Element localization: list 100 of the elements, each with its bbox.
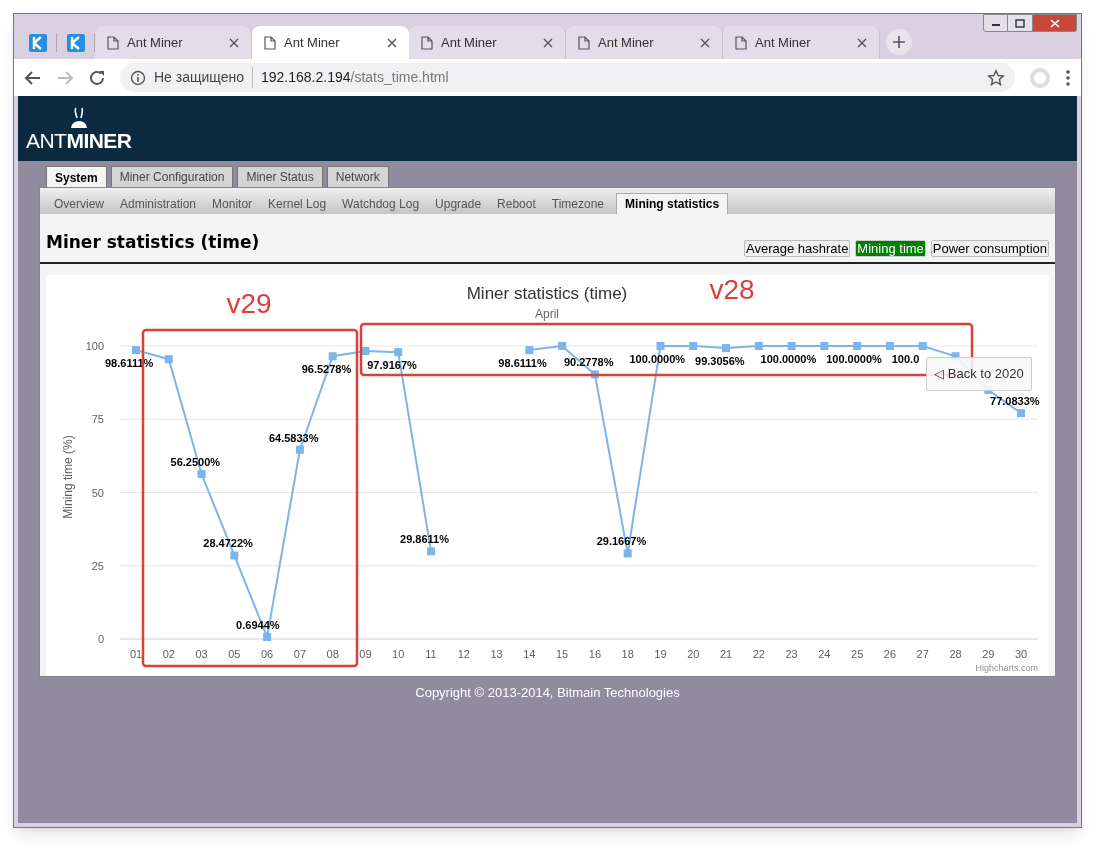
data-point bbox=[394, 347, 403, 356]
close-icon[interactable] bbox=[857, 37, 867, 48]
sub-tab[interactable]: Kernel Log bbox=[260, 193, 335, 214]
sub-tab[interactable]: Administration bbox=[112, 193, 205, 214]
x-tick-label: 30 bbox=[1014, 647, 1028, 660]
data-label: 28.4722% bbox=[203, 537, 253, 549]
view-button[interactable]: Mining time bbox=[855, 239, 926, 257]
sub-tab[interactable]: Watchdog Log bbox=[334, 193, 428, 214]
x-tick-label: 19 bbox=[654, 647, 667, 660]
x-tick-label: 10 bbox=[392, 647, 405, 660]
browser-tab[interactable]: Ant Miner bbox=[723, 26, 880, 59]
data-point bbox=[1017, 408, 1026, 417]
url-text: 192.168.2.194/stats_time.html bbox=[261, 68, 449, 87]
tab-title: Ant Miner bbox=[598, 33, 655, 52]
data-point bbox=[132, 345, 140, 354]
data-label: 90.2778% bbox=[563, 355, 614, 368]
data-label: 100.0000% bbox=[629, 352, 686, 365]
y-axis-title: Mining time (%) bbox=[61, 434, 75, 519]
data-label: 97.9167% bbox=[367, 358, 417, 371]
chart-title: Miner statistics (time) bbox=[466, 283, 628, 303]
data-point bbox=[164, 354, 173, 363]
x-tick-label: 08 bbox=[326, 647, 339, 660]
close-icon[interactable] bbox=[229, 37, 239, 48]
data-label: 96.5278% bbox=[301, 362, 352, 375]
x-tick-label: 09 bbox=[359, 647, 372, 660]
y-tick-label: 0 bbox=[97, 632, 104, 645]
data-point bbox=[590, 369, 599, 378]
data-point bbox=[918, 341, 927, 350]
data-label: 29.8611% bbox=[400, 532, 449, 545]
data-point bbox=[427, 546, 435, 555]
data-label: 99.3056% bbox=[695, 354, 745, 367]
browser-tab[interactable]: Ant Miner bbox=[95, 26, 252, 59]
sub-tab[interactable]: Upgrade bbox=[427, 193, 490, 214]
data-point bbox=[722, 343, 731, 352]
data-point bbox=[558, 341, 567, 350]
x-tick-label: 12 bbox=[457, 647, 470, 660]
back-icon[interactable] bbox=[24, 68, 42, 87]
copyright-text: Copyright © 2013-2014, Bitmain Technologies bbox=[415, 684, 680, 702]
close-icon[interactable] bbox=[387, 37, 397, 48]
data-label: 0.6944% bbox=[236, 618, 280, 631]
y-tick-label: 100 bbox=[85, 339, 104, 352]
address-bar[interactable]: Не защищено 192.168.2.194/stats_time.html bbox=[120, 63, 1015, 92]
close-icon[interactable] bbox=[700, 37, 710, 48]
data-point bbox=[263, 632, 272, 641]
main-tab[interactable]: System bbox=[46, 166, 107, 188]
data-point bbox=[230, 551, 239, 559]
sub-tab[interactable]: Mining statistics bbox=[616, 193, 729, 214]
view-button[interactable]: Power consumption bbox=[930, 239, 1049, 257]
x-tick-label: 28 bbox=[949, 647, 962, 660]
x-tick-label: 26 bbox=[883, 647, 897, 660]
sub-tab[interactable]: Reboot bbox=[489, 193, 544, 214]
sub-tab[interactable]: Monitor bbox=[204, 193, 261, 214]
back-button[interactable]: ◁ Back to 2020 bbox=[926, 356, 1032, 391]
main-tab[interactable]: Network bbox=[326, 166, 389, 187]
data-label: 100.0000% bbox=[760, 352, 817, 365]
main-tab[interactable]: Miner Status bbox=[237, 166, 323, 187]
page-icon bbox=[107, 35, 119, 50]
data-point bbox=[295, 445, 304, 454]
page-title: Miner statistics (time) bbox=[46, 231, 260, 254]
data-point bbox=[885, 341, 894, 350]
maximize-icon bbox=[1015, 18, 1025, 28]
reload-icon[interactable] bbox=[88, 68, 106, 87]
sub-tab[interactable]: Overview bbox=[46, 193, 112, 214]
x-tick-label: 02 bbox=[162, 647, 175, 660]
x-tick-label: 11 bbox=[425, 647, 437, 660]
browser-tab[interactable]: Ant Miner bbox=[566, 26, 723, 59]
x-tick-label: 20 bbox=[687, 647, 700, 660]
menu-icon[interactable] bbox=[1065, 68, 1071, 87]
data-point bbox=[689, 341, 698, 350]
antminer-logo: ANTMINER bbox=[26, 106, 132, 151]
browser-tab[interactable]: Ant Miner bbox=[252, 26, 409, 59]
x-tick-label: 16 bbox=[588, 647, 602, 660]
new-tab-button[interactable] bbox=[886, 29, 912, 55]
browser-tab[interactable]: Ant Miner bbox=[409, 26, 566, 59]
x-tick-label: 15 bbox=[556, 647, 569, 660]
x-tick-label: 07 bbox=[293, 647, 306, 660]
star-icon[interactable] bbox=[987, 68, 1005, 87]
data-label: 64.5833% bbox=[268, 431, 319, 444]
main-tab[interactable]: Miner Configuration bbox=[110, 166, 234, 187]
data-point bbox=[853, 341, 862, 350]
annotation-label: v29 bbox=[226, 287, 272, 319]
close-icon[interactable] bbox=[543, 37, 553, 48]
data-point bbox=[328, 351, 337, 360]
data-label: 100.0 bbox=[891, 352, 920, 365]
data-label: 98.6111% bbox=[498, 356, 547, 369]
data-point bbox=[754, 341, 763, 350]
page-icon bbox=[421, 35, 433, 50]
data-label: 100.0000% bbox=[826, 352, 882, 365]
x-tick-label: 05 bbox=[228, 647, 241, 660]
data-point bbox=[623, 548, 632, 557]
x-tick-label: 13 bbox=[490, 647, 503, 660]
minimize-button[interactable] bbox=[983, 14, 1008, 32]
sub-tab[interactable]: Timezone bbox=[543, 193, 613, 214]
data-point bbox=[820, 341, 829, 350]
maximize-button[interactable] bbox=[1008, 14, 1033, 32]
close-window-button[interactable] bbox=[1033, 14, 1077, 32]
plus-icon bbox=[892, 35, 906, 49]
view-button[interactable]: Average hashrate bbox=[743, 239, 851, 257]
y-tick-label: 25 bbox=[91, 559, 104, 572]
data-point bbox=[656, 341, 665, 350]
